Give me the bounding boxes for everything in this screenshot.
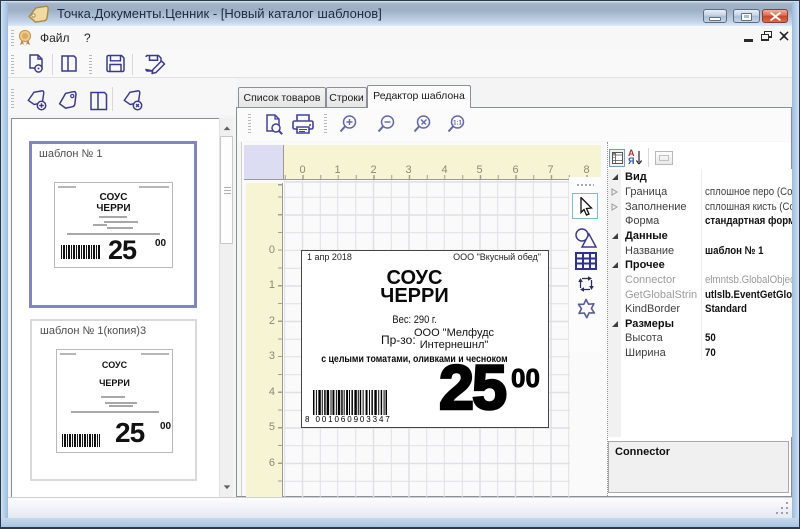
svg-text:1:1: 1:1 [453, 121, 462, 127]
